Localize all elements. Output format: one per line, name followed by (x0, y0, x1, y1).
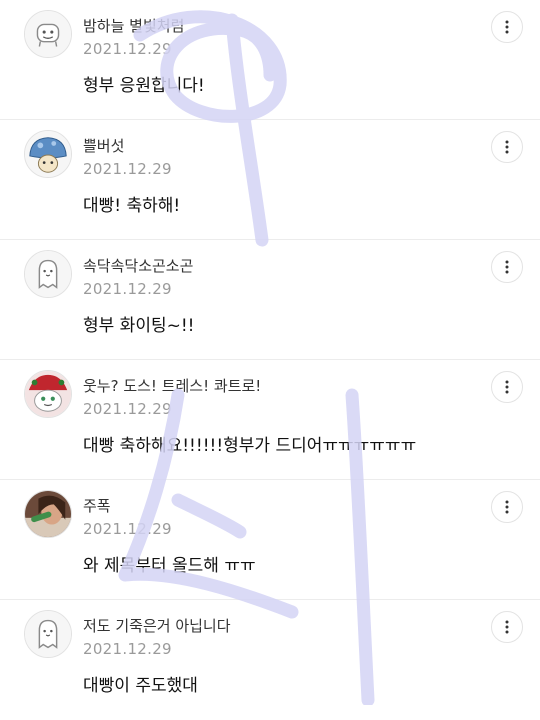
comment-date: 2021.12.29 (83, 160, 172, 178)
blue-mushroom-avatar-icon[interactable] (24, 130, 72, 178)
comment-item: 쁠버섯 2021.12.29 대빵! 축하해! (0, 120, 540, 240)
comment-text: 대빵! 축하해! (83, 196, 181, 216)
more-vertical-icon (505, 260, 509, 274)
comment-date: 2021.12.29 (83, 280, 172, 298)
comment-text: 와 제목부터 올드해 ㅠㅠ (83, 556, 256, 576)
comment-text: 대빵 축하해요!!!!!!형부가 드디어ㅠㅠㅠㅠㅠㅠ (83, 436, 417, 456)
more-options-button[interactable] (491, 251, 523, 283)
comment-date: 2021.12.29 (83, 520, 172, 538)
comment-text: 형부 응원합니다! (83, 76, 205, 96)
comment-nickname[interactable]: 쁠버섯 (83, 135, 124, 156)
more-vertical-icon (505, 620, 509, 634)
comment-nickname[interactable]: 저도 기죽은거 아닙니다 (83, 615, 231, 636)
comment-item: 주폭 2021.12.29 와 제목부터 올드해 ㅠㅠ (0, 480, 540, 600)
comment-item: 저도 기죽은거 아닙니다 2021.12.29 대빵이 주도했대 (0, 600, 540, 720)
comment-item: 속닥속닥소곤소곤 2021.12.29 형부 화이팅~!! (0, 240, 540, 360)
more-options-button[interactable] (491, 491, 523, 523)
comment-item: 웃누? 도스! 트레스! 콰트로! 2021.12.29 대빵 축하해요!!!!… (0, 360, 540, 480)
more-options-button[interactable] (491, 371, 523, 403)
more-options-button[interactable] (491, 611, 523, 643)
more-vertical-icon (505, 140, 509, 154)
comment-text: 형부 화이팅~!! (83, 316, 195, 336)
comment-nickname[interactable]: 속닥속닥소곤소곤 (83, 255, 193, 276)
ghost-avatar-icon[interactable] (24, 610, 72, 658)
ghost-avatar-icon[interactable] (24, 250, 72, 298)
comment-nickname[interactable]: 웃누? 도스! 트레스! 콰트로! (83, 375, 261, 396)
more-options-button[interactable] (491, 11, 523, 43)
more-vertical-icon (505, 500, 509, 514)
comment-date: 2021.12.29 (83, 640, 172, 658)
comment-nickname[interactable]: 주폭 (83, 495, 111, 516)
white-character-avatar-icon[interactable] (24, 10, 72, 58)
comment-list: 밤하늘 별빛처럼 2021.12.29 형부 응원합니다! 쁠버섯 2021.1… (0, 0, 540, 720)
comment-date: 2021.12.29 (83, 400, 172, 418)
more-vertical-icon (505, 380, 509, 394)
santa-character-avatar-icon[interactable] (24, 370, 72, 418)
more-vertical-icon (505, 20, 509, 34)
photo-avatar-icon[interactable] (24, 490, 72, 538)
comment-nickname[interactable]: 밤하늘 별빛처럼 (83, 15, 184, 36)
comment-date: 2021.12.29 (83, 40, 172, 58)
comment-item: 밤하늘 별빛처럼 2021.12.29 형부 응원합니다! (0, 0, 540, 120)
comment-text: 대빵이 주도했대 (83, 676, 198, 696)
more-options-button[interactable] (491, 131, 523, 163)
